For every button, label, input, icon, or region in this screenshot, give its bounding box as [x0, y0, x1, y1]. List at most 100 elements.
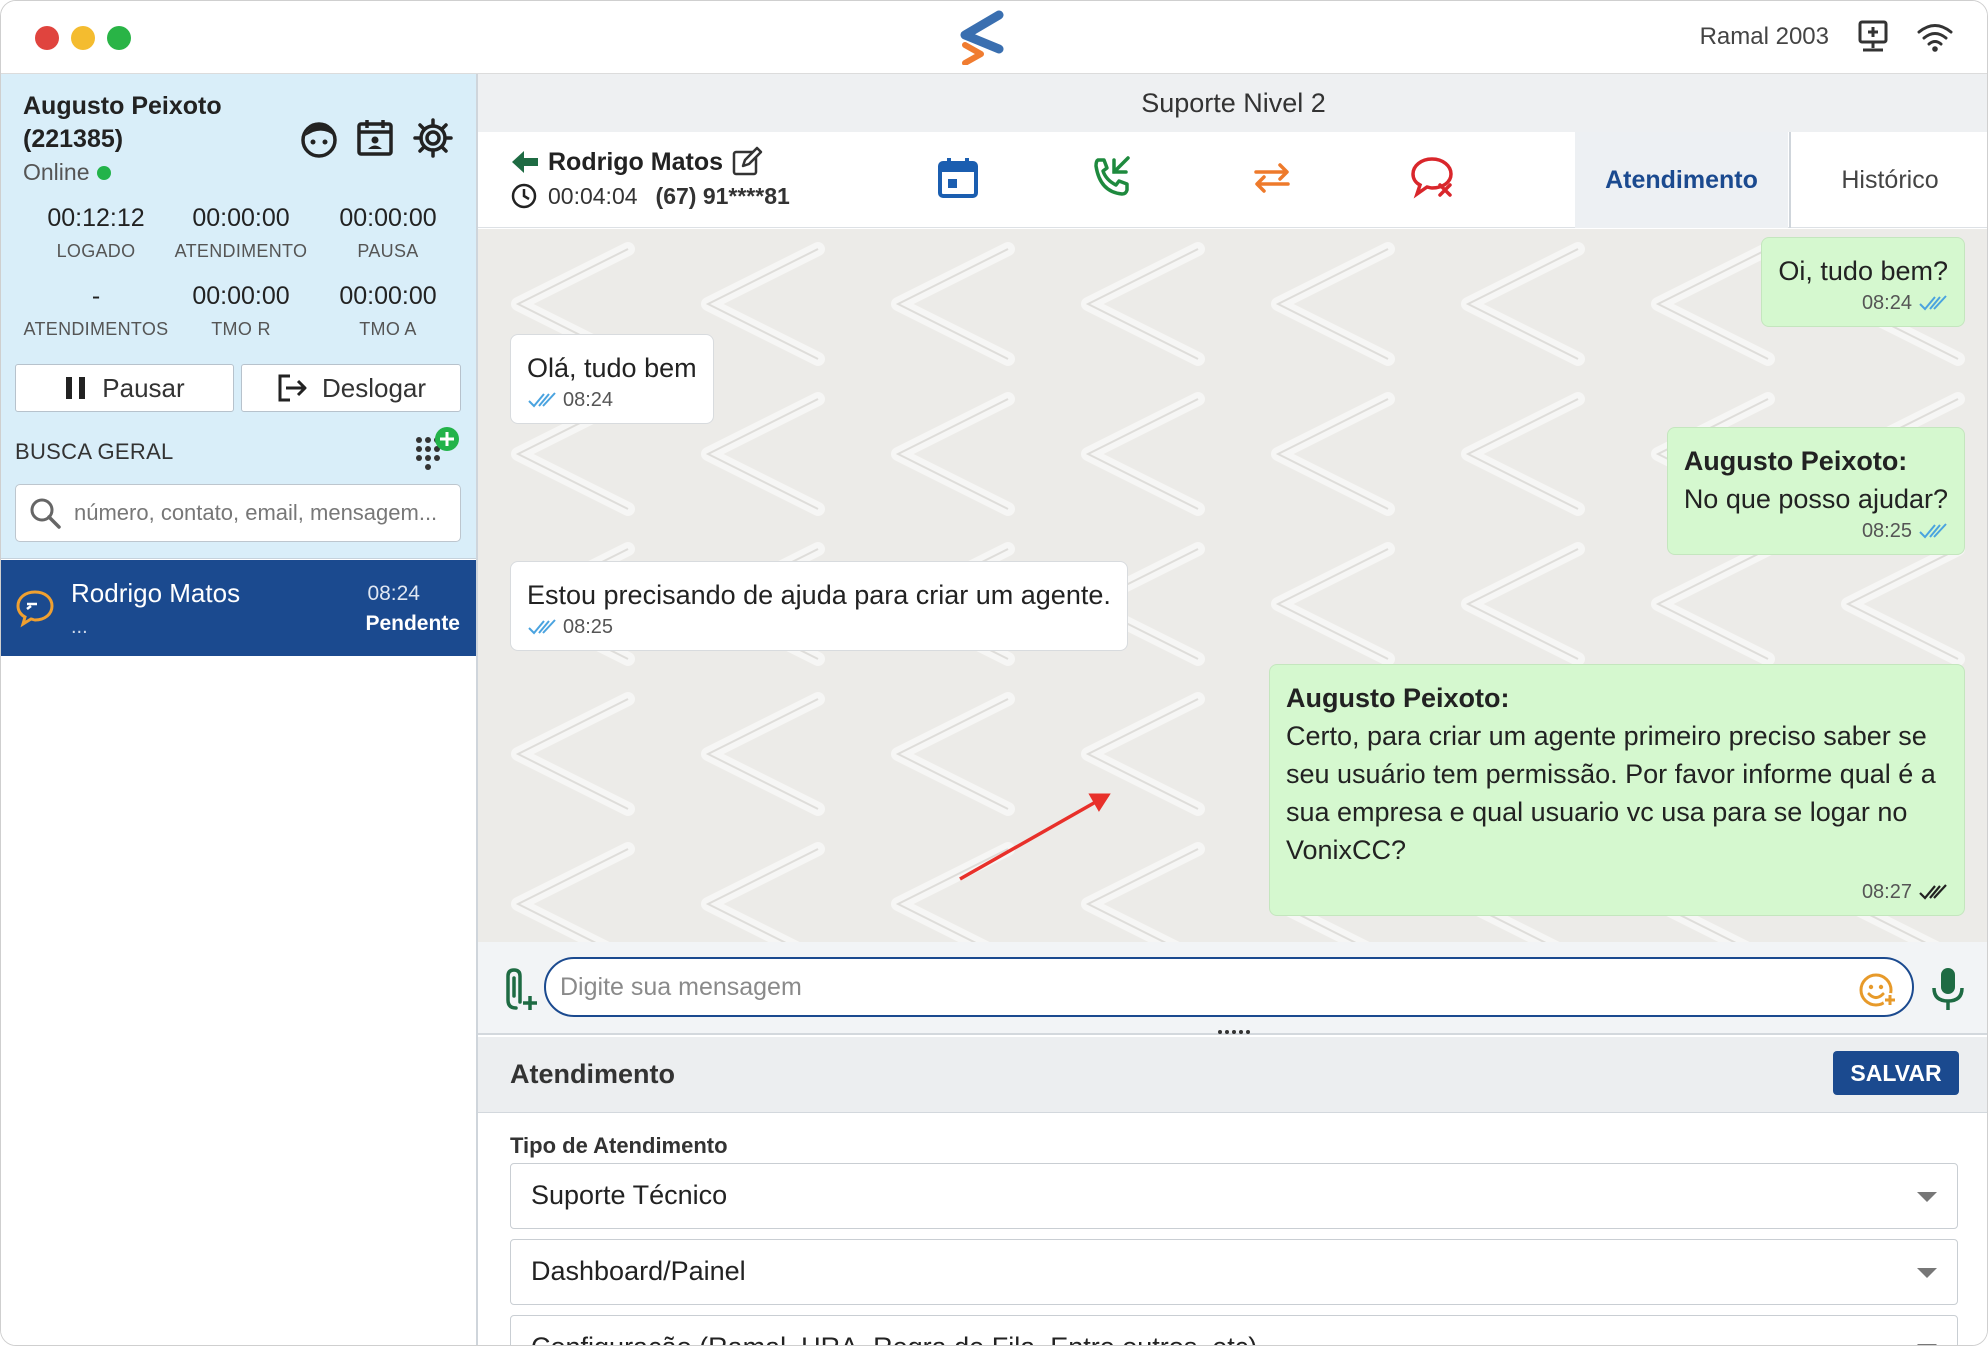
settings-gear-icon[interactable] [411, 116, 455, 160]
message-time: 08:25 [563, 616, 614, 638]
contact-name-row: Rodrigo Matos [510, 146, 763, 178]
message-bubble-outgoing: Augusto Peixoto: Certo, para criar um ag… [1269, 664, 1965, 916]
end-chat-icon[interactable] [1408, 154, 1456, 202]
conversation-contact-name: Rodrigo Matos [71, 578, 241, 608]
select-value: Dashboard/Painel [531, 1256, 746, 1286]
conversation-status-badge: Pendente [365, 612, 460, 635]
contact-name: Rodrigo Matos [548, 147, 723, 176]
read-check-icon [1919, 523, 1947, 539]
service-detail-select[interactable]: Configuração (Ramal, URA, Regra de Fila,… [510, 1315, 1958, 1345]
stat-tmo-a: 00:00:00 TMO A [339, 282, 437, 339]
message-bubble-incoming: Olá, tudo bem 08:24 [510, 334, 714, 424]
app-logo [960, 10, 1004, 65]
edit-icon[interactable] [731, 146, 763, 178]
message-sender: Augusto Peixoto: [1683, 446, 1908, 476]
conversation-time: 08:24 [367, 582, 420, 605]
phone-callback-icon[interactable] [1088, 154, 1136, 202]
message-input[interactable] [560, 973, 1840, 1002]
save-button[interactable]: SALVAR [1833, 1051, 1959, 1095]
read-check-icon [528, 619, 556, 635]
contact-meta: 00:04:04 (67) 91****81 [510, 182, 790, 210]
message-meta: 08:25 [1684, 518, 1948, 544]
message-time: 08:24 [563, 389, 614, 411]
agent-status: Online [23, 159, 112, 186]
read-check-icon [1919, 295, 1947, 311]
minimize-window-button[interactable] [71, 26, 95, 50]
logout-button-label: Deslogar [321, 372, 427, 403]
pause-icon [66, 377, 86, 399]
message-bubble-outgoing: Oi, tudo bem? 08:24 [1761, 237, 1965, 327]
call-duration: 00:04:04 [548, 182, 638, 209]
stat-logado: 00:12:12 LOGADO [47, 204, 145, 261]
logout-button[interactable]: Deslogar [241, 364, 461, 412]
title-bar: Ramal 2003 [1, 1, 1987, 74]
ramal-label: Ramal 2003 [1699, 23, 1829, 50]
select-value: Configuração (Ramal, URA, Regra de Fila,… [531, 1332, 1257, 1345]
form-header: Atendimento SALVAR [478, 1037, 1987, 1113]
wifi-icon[interactable] [1915, 17, 1955, 57]
computer-network-icon[interactable] [1853, 17, 1893, 57]
pause-button[interactable]: Pausar [15, 364, 234, 412]
close-window-button[interactable] [35, 26, 59, 50]
attach-clip-icon[interactable] [500, 966, 540, 1012]
stat-pausa: 00:00:00 PAUSA [339, 204, 437, 261]
arrow-left-icon[interactable] [510, 149, 540, 175]
conversation-item[interactable]: Rodrigo Matos ... 08:24 Pendente [1, 560, 476, 656]
maximize-window-button[interactable] [107, 26, 131, 50]
message-meta: 08:24 [1778, 290, 1948, 316]
dialpad-add-icon[interactable] [411, 426, 461, 476]
message-text: Estou precisando de ajuda para criar um … [527, 580, 1111, 610]
chat-area[interactable]: Oi, tudo bem? 08:24 Olá, tudo bem 08:24 … [478, 229, 1987, 942]
calendar-icon[interactable] [353, 116, 397, 160]
message-time: 08:25 [1861, 520, 1912, 542]
agent-status-label: Online [23, 159, 90, 185]
message-text: Oi, tudo bem? [1778, 256, 1948, 286]
service-subtype-select[interactable]: Dashboard/Painel [510, 1239, 1958, 1305]
schedule-calendar-icon[interactable] [934, 154, 982, 202]
tab-historico[interactable]: Histórico [1789, 132, 1987, 228]
message-text: Certo, para criar um agente primeiro pre… [1286, 721, 1936, 865]
emoji-add-icon[interactable] [1858, 970, 1898, 1010]
stat-atendimento: 00:00:00 ATENDIMENTO [174, 204, 308, 261]
message-input-box[interactable] [544, 957, 1914, 1017]
agent-panel: Augusto Peixoto (221385) Online 00:12:12… [1, 74, 476, 559]
clock-icon [511, 183, 537, 209]
form-title: Atendimento [510, 1059, 675, 1089]
search-input[interactable] [74, 500, 454, 526]
left-panel: Augusto Peixoto (221385) Online 00:12:12… [1, 74, 478, 1345]
transfer-icon[interactable] [1248, 154, 1296, 202]
message-meta: 08:27 [1286, 879, 1948, 905]
agent-face-icon[interactable] [297, 116, 341, 160]
message-meta: 08:25 [527, 614, 1111, 640]
delivered-check-icon [1919, 884, 1947, 900]
select-value: Suporte Técnico [531, 1180, 728, 1210]
form-body: Tipo de Atendimento Suporte Técnico Dash… [478, 1113, 1987, 1345]
app-window: Ramal 2003 Augusto Peixoto (221385) Onli… [0, 0, 1988, 1346]
service-type-select[interactable]: Suporte Técnico [510, 1163, 1958, 1229]
main-panel: Suporte Nivel 2 Rodrigo Matos 00:04:04 ( [478, 74, 1987, 1345]
search-box[interactable] [15, 484, 461, 542]
queue-name: Suporte Nivel 2 [478, 74, 1987, 132]
chevron-down-icon [1917, 1192, 1937, 1202]
online-dot-icon [97, 165, 112, 180]
stat-atendimentos: - ATENDIMENTOS [23, 282, 169, 339]
conversation-preview: ... [71, 616, 88, 638]
chevron-down-icon [1917, 1268, 1937, 1278]
message-text: No que posso ajudar? [1683, 484, 1948, 514]
chat-bubble-icon [16, 590, 54, 628]
pause-button-label: Pausar [102, 372, 185, 403]
message-sender: Augusto Peixoto: [1286, 683, 1510, 713]
message-bubble-incoming: Estou precisando de ajuda para criar um … [510, 561, 1128, 651]
agent-name: Augusto Peixoto (221385) [23, 92, 222, 153]
stat-tmo-r: 00:00:00 TMO R [192, 282, 290, 339]
contact-header: Rodrigo Matos 00:04:04 (67) 91****81 Ate… [478, 132, 1987, 228]
tab-atendimento[interactable]: Atendimento [1575, 132, 1788, 228]
service-type-label: Tipo de Atendimento [510, 1133, 728, 1158]
search-icon [30, 498, 61, 529]
message-meta: 08:24 [527, 387, 697, 413]
microphone-icon[interactable] [1928, 966, 1968, 1012]
search-section-label: BUSCA GERAL [15, 439, 174, 464]
contact-phone: (67) 91****81 [655, 182, 790, 209]
message-bubble-outgoing: Augusto Peixoto: No que posso ajudar? 08… [1666, 427, 1965, 555]
logout-icon [278, 374, 307, 402]
